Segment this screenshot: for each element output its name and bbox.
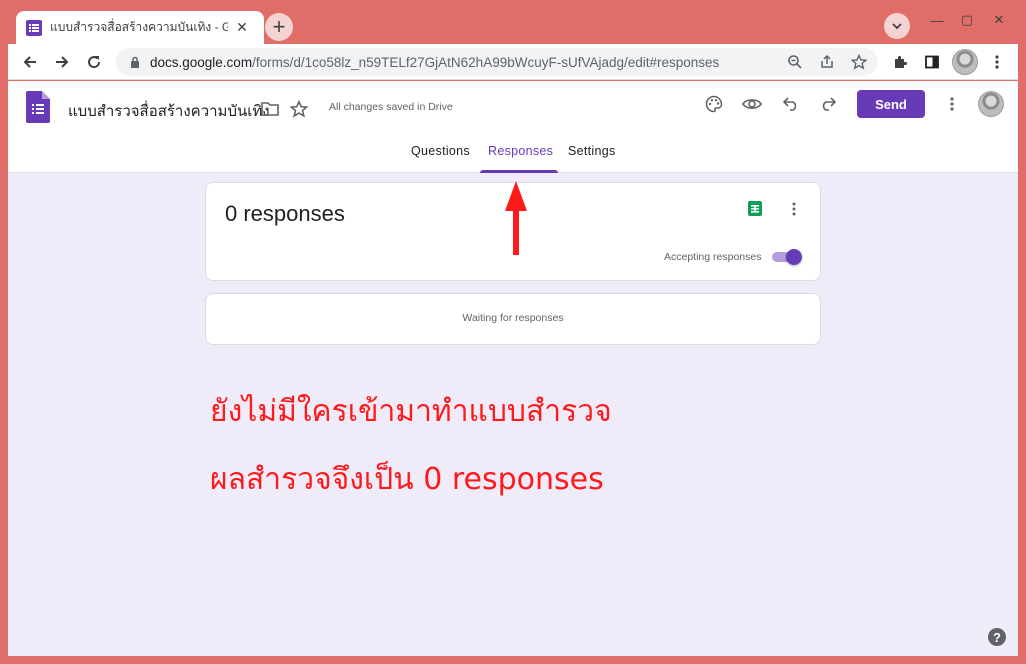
tab-settings[interactable]: Settings [568, 144, 616, 158]
save-status: All changes saved in Drive [329, 101, 453, 113]
url-text: docs.google.com/forms/d/1co58lz_n59TELf2… [150, 55, 719, 70]
tab-questions[interactable]: Questions [411, 144, 470, 158]
google-forms-favicon-icon [26, 19, 42, 36]
help-icon[interactable]: ? [988, 628, 1006, 646]
form-tabs: Questions Responses Settings [8, 141, 1018, 173]
chevron-down-icon [892, 23, 902, 30]
reload-icon [88, 56, 101, 69]
responses-more-icon[interactable] [788, 201, 800, 217]
active-tab-indicator [480, 170, 558, 173]
close-tab-icon[interactable]: ✕ [234, 19, 250, 36]
browser-window: แบบสำรวจสื่อสร้างความบันเทิง - Goo ✕ + —… [8, 8, 1018, 656]
side-panel-icon [925, 55, 939, 69]
redo-icon[interactable] [816, 92, 840, 116]
toggle-knob [786, 249, 802, 265]
red-arrow-annotation [505, 181, 527, 255]
google-forms-logo-icon[interactable] [26, 91, 50, 123]
maximize-button[interactable]: ▢ [952, 8, 982, 32]
side-panel-button[interactable] [919, 49, 945, 75]
folder-icon[interactable] [258, 97, 282, 121]
annotation-line-2: ผลสำรวจจึงเป็น 0 responses [210, 462, 604, 497]
arrow-right-icon [56, 56, 69, 68]
browser-menu-button[interactable] [984, 49, 1010, 75]
close-window-button[interactable]: ✕ [984, 8, 1014, 32]
browser-tab[interactable]: แบบสำรวจสื่อสร้างความบันเทิง - Goo ✕ [16, 11, 264, 44]
profile-avatar[interactable] [952, 49, 978, 75]
preview-eye-icon[interactable] [740, 92, 764, 116]
lock-icon [128, 55, 142, 69]
forward-button[interactable] [49, 49, 75, 75]
tab-search-button[interactable] [884, 13, 910, 39]
url-host: docs.google.com [150, 54, 253, 70]
address-bar[interactable]: docs.google.com/forms/d/1co58lz_n59TELf2… [116, 48, 878, 76]
zoom-icon[interactable] [786, 53, 804, 71]
browser-toolbar: docs.google.com/forms/d/1co58lz_n59TELf2… [8, 44, 1018, 80]
extensions-button[interactable] [887, 49, 913, 75]
arrow-left-icon [23, 56, 36, 68]
annotation-line-1: ยังไม่มีใครเข้ามาทำแบบสำรวจ [210, 394, 612, 429]
reload-button[interactable] [81, 49, 107, 75]
waiting-card: Waiting for responses [205, 293, 821, 345]
more-options-icon[interactable] [940, 92, 964, 116]
share-icon[interactable] [818, 53, 836, 71]
palette-icon[interactable] [702, 92, 726, 116]
url-path: /forms/d/1co58lz_n59TELf27GjAtN62hA99bWc… [252, 54, 720, 70]
new-tab-button[interactable]: + [265, 13, 293, 41]
accepting-responses-label: Accepting responses [664, 251, 762, 263]
puzzle-icon [895, 56, 907, 68]
google-sheets-icon[interactable] [748, 201, 762, 216]
back-button[interactable] [17, 49, 43, 75]
tab-strip: แบบสำรวจสื่อสร้างความบันเทิง - Goo ✕ + —… [8, 8, 1018, 44]
account-avatar[interactable] [978, 91, 1004, 117]
bookmark-star-icon[interactable] [850, 53, 868, 71]
undo-icon[interactable] [779, 92, 803, 116]
send-button[interactable]: Send [857, 90, 925, 118]
waiting-for-responses: Waiting for responses [462, 312, 564, 324]
browser-tab-title: แบบสำรวจสื่อสร้างความบันเทิง - Goo [50, 20, 228, 34]
forms-header: แบบสำรวจสื่อสร้างความบันเทิง All changes… [8, 81, 1018, 173]
response-count: 0 responses [225, 201, 345, 226]
tab-responses[interactable]: Responses [488, 144, 553, 158]
forms-page: แบบสำรวจสื่อสร้างความบันเทิง All changes… [8, 81, 1018, 656]
form-title[interactable]: แบบสำรวจสื่อสร้างความบันเทิง [68, 99, 270, 123]
more-vert-icon [995, 55, 999, 69]
minimize-button[interactable]: — [922, 8, 952, 32]
accepting-responses-toggle[interactable] [770, 249, 802, 265]
star-icon[interactable] [287, 97, 311, 121]
